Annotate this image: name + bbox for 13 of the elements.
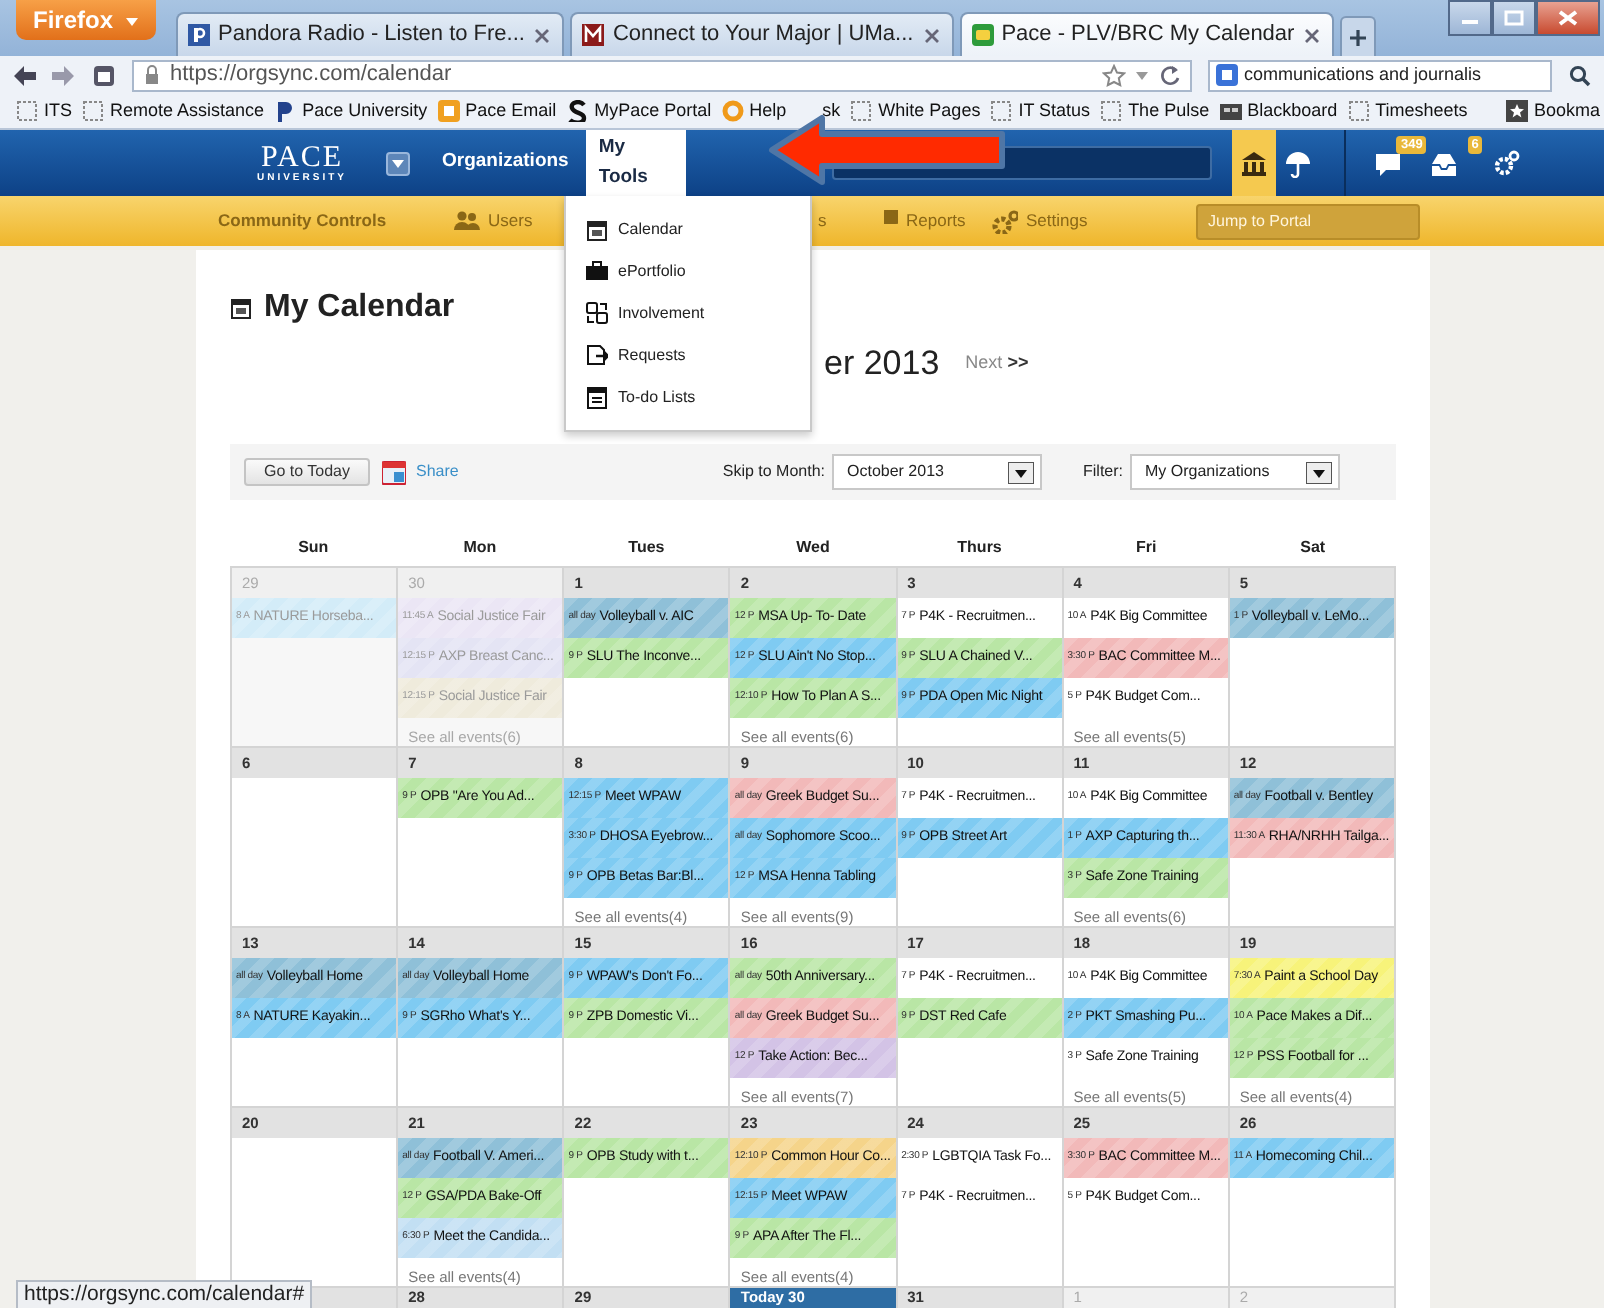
status-bar: https://orgsync.com/calendar# xyxy=(16,1280,313,1308)
weekday-label: Tues xyxy=(626,535,667,559)
field-label: Skip to Month: xyxy=(722,460,825,484)
field-label: Filter: xyxy=(1083,460,1123,484)
weekday-label: Sun xyxy=(296,535,331,559)
weekday-label: Wed xyxy=(794,535,832,559)
weekday-label: Thurs xyxy=(955,535,1004,559)
month-title: er 2013 xyxy=(824,342,940,387)
page-title: My Calendar xyxy=(264,288,455,328)
weekday-label: Fri xyxy=(1133,535,1159,559)
weekday-label: Mon xyxy=(461,535,499,559)
section-title: Community Controls xyxy=(218,208,389,234)
weekday-label: Sat xyxy=(1298,535,1328,559)
